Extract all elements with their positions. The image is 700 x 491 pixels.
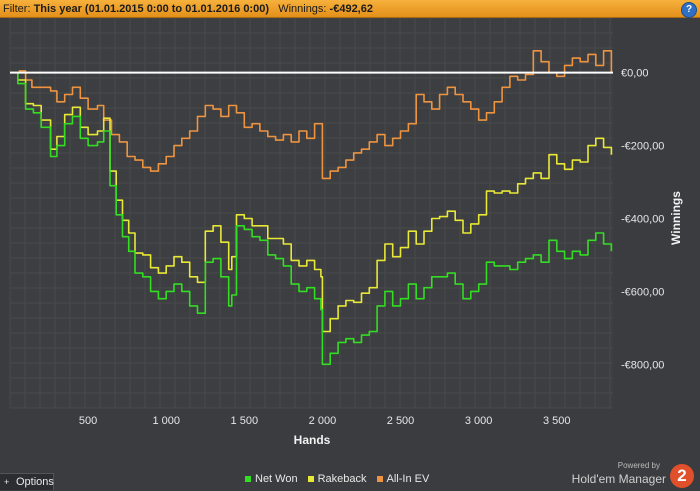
x-tick-label: 3 500: [543, 415, 571, 427]
legend-swatch-net-won: [245, 476, 251, 482]
x-tick-label: 1 500: [231, 415, 259, 427]
x-tick-label: 2 500: [387, 415, 415, 427]
chart-legend: Net Won Rakeback All-In EV: [245, 472, 439, 486]
legend-swatch-all-in-ev: [376, 476, 383, 482]
x-tick-label: 3 000: [465, 415, 493, 427]
brand-name: Hold'em Manager: [571, 472, 666, 486]
filter-label: Filter:: [3, 3, 31, 15]
x-tick-label: 2 000: [309, 415, 337, 427]
y-tick-labels: €0,00 -€200,00 -€400,00 -€600,00 -€800,00: [621, 68, 664, 372]
x-tick-label: 500: [79, 415, 97, 427]
options-button[interactable]: + Options: [0, 473, 54, 490]
filter-text: Filter: This year (01.01.2015 0:00 to 01…: [3, 0, 373, 18]
y-tick-label: €0,00: [621, 68, 649, 80]
legend-label-all-in-ev: All-In EV: [386, 473, 430, 485]
x-tick-label: 1 000: [152, 415, 180, 427]
filter-bar: Filter: This year (01.01.2015 0:00 to 01…: [0, 0, 700, 18]
powered-by-text: Powered by: [617, 461, 660, 470]
legend-label-rakeback: Rakeback: [317, 473, 367, 485]
options-label: Options: [16, 476, 54, 488]
legend-item-net-won[interactable]: Net Won: [245, 473, 298, 485]
legend-label-net-won: Net Won: [255, 473, 298, 485]
branding: Powered by Hold'em Manager 2: [572, 461, 696, 489]
y-axis-label: Winnings: [669, 191, 683, 245]
y-tick-label: -€600,00: [621, 286, 664, 298]
legend-item-rakeback[interactable]: Rakeback: [307, 473, 367, 485]
x-tick-labels: 500 1 000 1 500 2 000 2 500 3 000 3 500: [79, 415, 571, 427]
winnings-label: Winnings:: [278, 3, 327, 15]
winnings-value: -€492,62: [329, 3, 373, 15]
y-tick-label: -€200,00: [621, 141, 664, 153]
hm2-logo-icon: 2: [670, 464, 694, 488]
x-axis-label: Hands: [294, 433, 331, 447]
winnings-chart: 500 1 000 1 500 2 000 2 500 3 000 3 500 €0,00 -…: [9, 18, 683, 447]
help-icon[interactable]: ?: [681, 2, 697, 18]
y-tick-label: -€400,00: [621, 213, 664, 225]
legend-item-all-in-ev[interactable]: All-In EV: [376, 473, 430, 485]
legend-swatch-rakeback: [307, 476, 314, 482]
y-tick-label: -€800,00: [621, 359, 664, 371]
expand-icon: +: [4, 477, 10, 487]
filter-value: This year (01.01.2015 0:00 to 01.01.2016…: [33, 3, 269, 15]
